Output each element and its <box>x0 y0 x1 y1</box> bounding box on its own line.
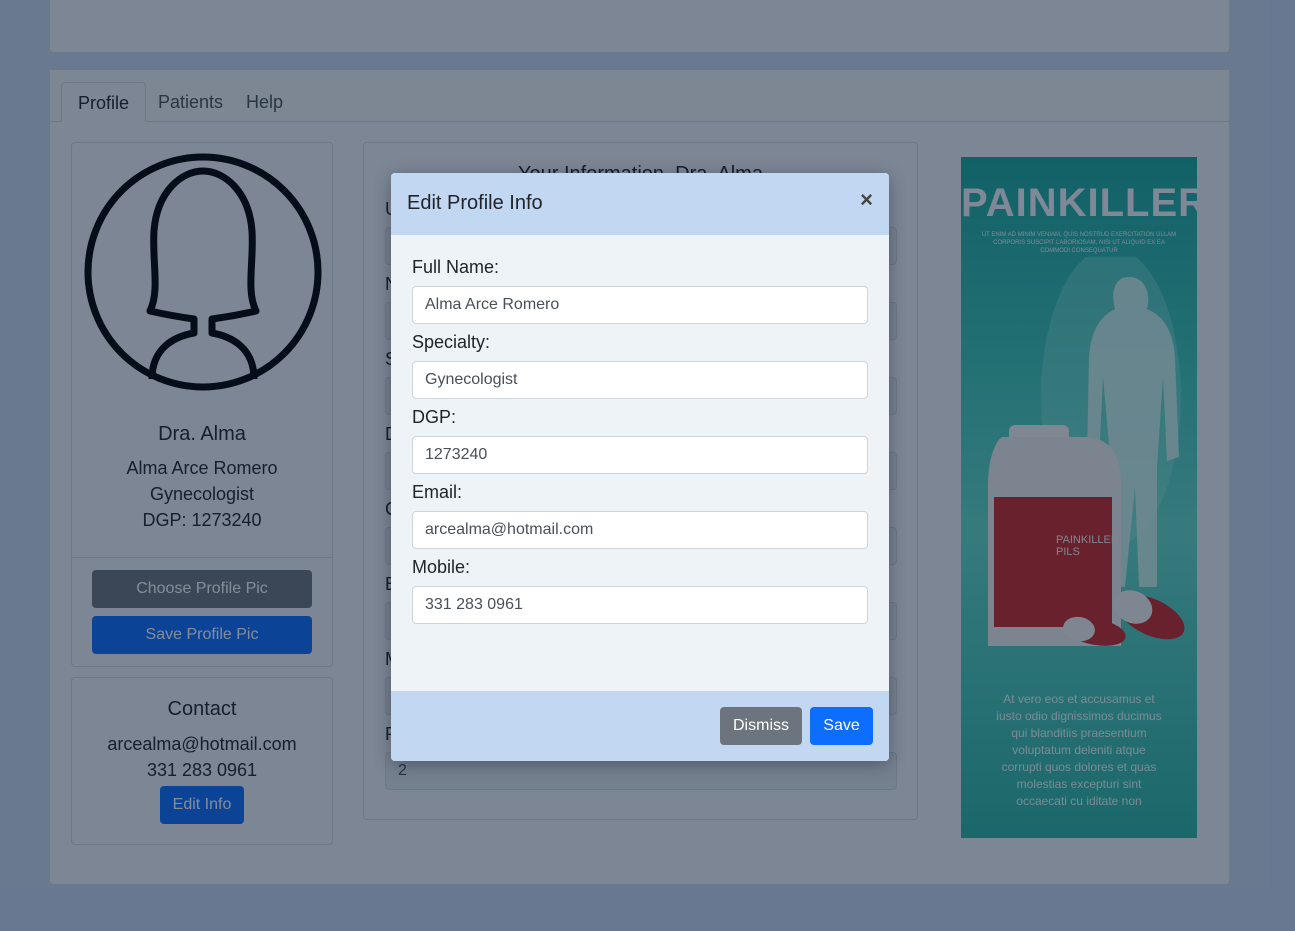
email-label: Email: <box>412 482 463 502</box>
modal-footer: Dismiss Save <box>391 691 889 761</box>
modal-title: Edit Profile Info <box>407 192 543 214</box>
modal-header: Edit Profile Info × <box>391 173 889 235</box>
specialty-label: Specialty: <box>412 332 491 352</box>
edit-profile-modal: Edit Profile Info × Full Name: Specialty… <box>391 173 889 761</box>
close-icon[interactable]: × <box>860 189 873 211</box>
email-input[interactable] <box>412 511 868 549</box>
full-name-label: Full Name: <box>412 257 500 277</box>
dgp-label: DGP: <box>412 407 457 427</box>
full-name-input[interactable] <box>412 286 868 324</box>
mobile-label: Mobile: <box>412 557 471 577</box>
specialty-input[interactable] <box>412 361 868 399</box>
dismiss-button[interactable]: Dismiss <box>720 707 802 745</box>
mobile-input[interactable] <box>412 586 868 624</box>
save-button[interactable]: Save <box>810 707 873 745</box>
dgp-input[interactable] <box>412 436 868 474</box>
